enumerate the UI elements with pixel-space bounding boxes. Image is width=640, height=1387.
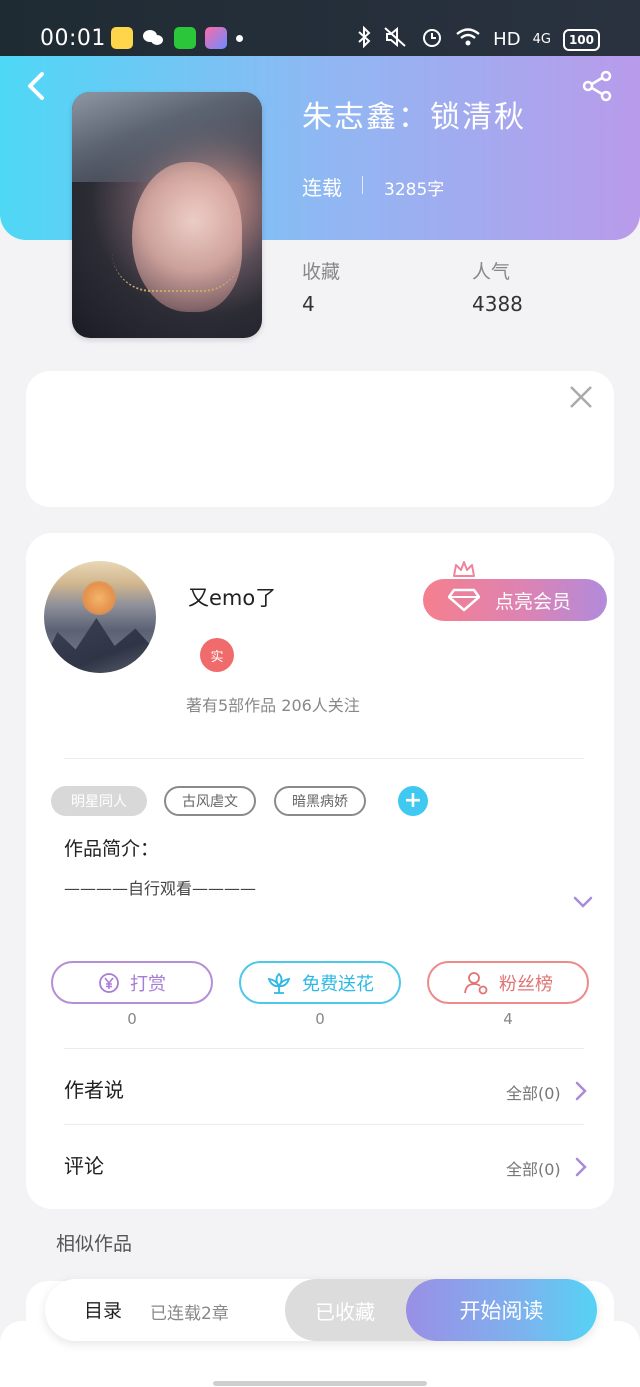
author-avatar[interactable] <box>44 561 156 673</box>
mute-icon <box>383 26 409 53</box>
share-button[interactable] <box>582 70 614 102</box>
status-time: 00:01 <box>40 26 106 51</box>
chevron-left-icon <box>28 72 44 100</box>
serial-status: 已连载2章 <box>150 1304 229 1324</box>
stat-value-popularity: 4388 <box>472 292 523 316</box>
tag-2[interactable]: 暗黑病娇 <box>274 786 366 816</box>
book-word-count: 3285字 <box>384 180 445 200</box>
plus-icon: + <box>403 788 423 813</box>
alarm-icon <box>421 26 443 53</box>
fan-ranking-label: 粉丝榜 <box>499 973 553 995</box>
intro-text: ————自行观看———— <box>64 879 257 898</box>
fan-ranking-button[interactable]: 粉丝榜 <box>427 961 589 1004</box>
iqiyi-icon <box>174 27 196 49</box>
send-flower-button[interactable]: 免费送花 <box>239 961 401 1004</box>
tag-1[interactable]: 古风虐文 <box>164 786 256 816</box>
verified-badge: 实 <box>200 638 234 672</box>
tip-count: 0 <box>127 1010 137 1028</box>
intro-label: 作品简介： <box>64 838 160 860</box>
start-reading-button[interactable]: 开始阅读 <box>406 1279 597 1341</box>
wifi-icon <box>455 27 481 52</box>
bluetooth-icon <box>357 25 371 53</box>
start-reading-label: 开始阅读 <box>459 1299 544 1323</box>
tip-label: 打赏 <box>130 973 166 995</box>
yen-coin-icon <box>99 972 119 993</box>
stat-value-favorites: 4 <box>302 292 315 316</box>
stat-label-popularity: 人气 <box>472 261 511 283</box>
comments-label: 评论 <box>64 1154 104 1178</box>
book-status: 连载 <box>302 176 342 200</box>
tip-button[interactable]: 打赏 <box>51 961 213 1004</box>
notification-app-icon-4 <box>205 27 227 49</box>
home-indicator[interactable] <box>213 1381 427 1386</box>
send-flower-label: 免费送花 <box>302 973 374 995</box>
divider <box>64 758 584 759</box>
diamond-icon <box>448 588 480 612</box>
signal-label: 4G <box>532 32 551 47</box>
similar-works-label: 相似作品 <box>56 1233 133 1255</box>
comments-all[interactable]: 全部(0) <box>506 1156 561 1180</box>
book-title: 朱志鑫：锁清秋 <box>302 100 526 135</box>
fan-count: 4 <box>503 1010 513 1028</box>
divider <box>64 1124 584 1125</box>
author-meta: 著有5部作品 206人关注 <box>186 696 360 715</box>
author-says-all[interactable]: 全部(0) <box>506 1080 561 1104</box>
ad-close-button[interactable] <box>568 384 594 410</box>
chevron-down-icon <box>573 896 593 908</box>
flower-icon <box>267 972 291 994</box>
back-button[interactable] <box>22 70 52 102</box>
tag-0[interactable]: 明星同人 <box>51 786 147 816</box>
author-name[interactable]: 又emo了 <box>188 582 276 612</box>
chevron-right-icon <box>575 1081 587 1101</box>
more-notifications-dot <box>236 35 243 42</box>
wechat-icon <box>142 27 164 49</box>
stat-label-favorites: 收藏 <box>302 261 341 283</box>
collected-label: 已收藏 <box>315 1299 375 1324</box>
share-icon <box>582 70 612 102</box>
book-cover[interactable] <box>72 92 262 338</box>
user-ranking-icon <box>464 971 488 994</box>
ad-card <box>26 371 614 507</box>
close-icon <box>570 386 592 408</box>
chevron-right-icon <box>575 1157 587 1177</box>
network-type: HD <box>493 29 521 50</box>
crown-icon <box>453 561 475 577</box>
flower-count: 0 <box>315 1010 325 1028</box>
toc-button[interactable]: 目录 <box>84 1296 122 1323</box>
battery-indicator: 100 <box>562 28 600 51</box>
author-says-label: 作者说 <box>64 1078 124 1102</box>
divider <box>64 1048 584 1049</box>
status-right: HD 4G 100 <box>357 25 600 53</box>
add-tag-button[interactable]: + <box>398 786 428 816</box>
vip-button-label: 点亮会员 <box>495 590 572 613</box>
expand-intro-button[interactable] <box>572 894 594 910</box>
divider <box>362 176 363 194</box>
notification-app-icon-1 <box>111 27 133 49</box>
